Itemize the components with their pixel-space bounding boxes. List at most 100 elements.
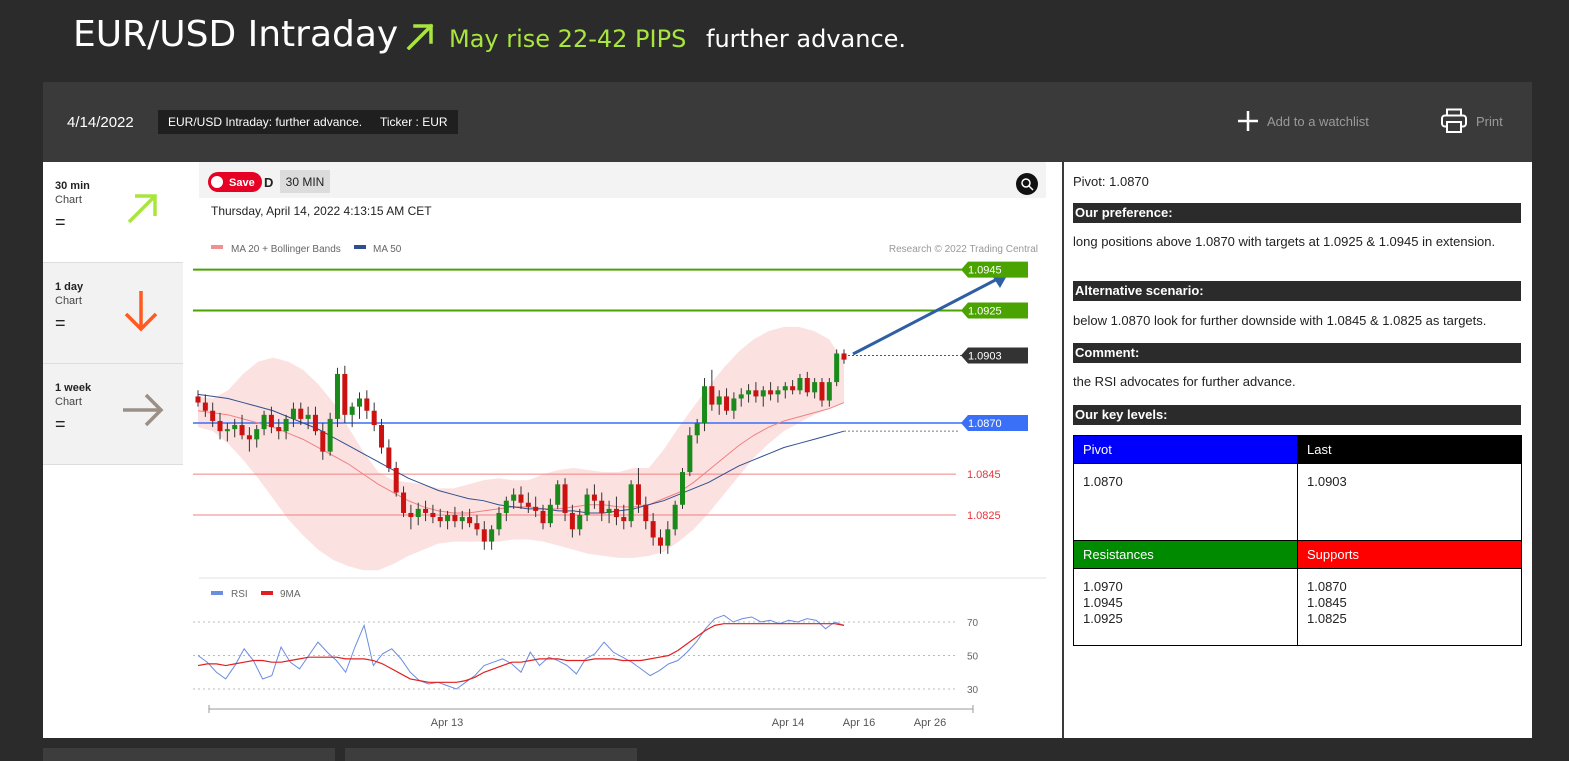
price-chart: Save D 30 MIN Thursday, April 14, 2022 4… [183, 162, 1062, 738]
resistance-label: 1.0925 [968, 306, 1002, 318]
candle-body [364, 398, 370, 411]
rsi-legend-swatch [211, 591, 223, 595]
preference-text: long positions above 1.0870 with targets… [1073, 234, 1496, 249]
pivot-header: Pivot [1073, 435, 1298, 464]
save-button[interactable]: Save [208, 172, 262, 192]
candle-body [591, 494, 597, 501]
ma20-legend-swatch [211, 245, 223, 249]
candle-body [305, 414, 311, 419]
supports-values: 1.0870 1.0845 1.0825 [1297, 568, 1522, 646]
candle-body [606, 508, 612, 513]
support-label: 1.0825 [967, 510, 1001, 522]
key-levels-heading: Our key levels: [1073, 405, 1521, 425]
resistance-3: 1.0925 [1083, 611, 1123, 626]
alternative-heading: Alternative scenario: [1073, 281, 1521, 301]
arrow-down-icon [124, 291, 158, 332]
arrow-right-icon [123, 393, 164, 427]
candle-body [731, 398, 737, 411]
candle-body [511, 494, 517, 501]
candle-body [408, 512, 414, 518]
analysis-panel: 4/14/2022 EUR/USD Intraday: further adva… [43, 82, 1532, 738]
candle-body [790, 386, 796, 391]
level-labels: 1.0945 1.0925 1.0903 1.0870 1.0845 1.0825 [961, 261, 1028, 522]
candle-body [239, 425, 245, 436]
candle-body [518, 494, 524, 503]
print-button[interactable]: Print [1440, 108, 1503, 134]
candle-body [415, 508, 421, 518]
candle-body [599, 500, 605, 513]
x-tick-label: Apr 16 [843, 717, 875, 729]
timeframe-period: 1 week [55, 382, 92, 394]
candle-body [540, 510, 546, 524]
candle-body [246, 435, 252, 440]
candle-body [775, 390, 781, 395]
ticker-tag: Ticker : EUR [370, 110, 458, 134]
printer-icon [1441, 108, 1467, 133]
candle-body [496, 512, 502, 530]
screenshot-icon[interactable] [1016, 173, 1038, 195]
candle-body [709, 386, 715, 405]
candle-body [702, 386, 708, 423]
comment-text: the RSI advocates for further advance. [1073, 374, 1296, 389]
candle-body [746, 390, 752, 395]
resistance-2: 1.0945 [1083, 595, 1123, 610]
timeframe-period: 30 min [55, 180, 90, 192]
candle-body [224, 429, 230, 432]
candle-body [452, 514, 458, 522]
timeframe-list: 30 min Chart = 1 day Chart = 1 week Char… [43, 162, 183, 738]
candle-body [834, 353, 840, 383]
chart-d-label: D [264, 175, 273, 190]
candle-body [819, 382, 825, 401]
candle-body [334, 373, 340, 419]
bottom-tab-1[interactable] [43, 748, 335, 761]
alternative-text: below 1.0870 look for further downside w… [1073, 313, 1487, 328]
timeframe-30min[interactable]: 30 min Chart = [43, 162, 183, 263]
candle-body [643, 504, 649, 522]
x-tick-label: Apr 26 [914, 717, 946, 729]
candle-body [327, 418, 333, 452]
candle-body [459, 517, 465, 522]
ma20-legend: MA 20 + Bollinger Bands [231, 244, 341, 255]
candle-body [437, 517, 443, 522]
rsi-tick-label: 70 [967, 618, 979, 629]
candle-body [687, 435, 693, 473]
add-to-watchlist-button[interactable]: Add to a watchlist [1237, 110, 1369, 132]
candle-body [202, 402, 208, 411]
timeframe-1day[interactable]: 1 day Chart = [43, 263, 183, 364]
watchlist-label: Add to a watchlist [1267, 113, 1369, 129]
candle-body [680, 472, 685, 505]
candle-body [584, 494, 590, 515]
candle-body [768, 390, 774, 395]
support-1: 1.0870 [1307, 579, 1347, 594]
timeframe-label: Chart [55, 194, 82, 206]
candle-body [797, 378, 803, 391]
candle-body [401, 492, 407, 513]
timeframe-1week[interactable]: 1 week Chart = [43, 364, 183, 465]
candle-body [782, 386, 788, 391]
candle-body [694, 423, 700, 436]
candle-body [489, 529, 495, 542]
candle-body [628, 484, 634, 522]
candle-body [760, 390, 766, 397]
candle-body [657, 537, 663, 546]
bottom-tab-2[interactable] [345, 748, 637, 761]
candle-body [342, 373, 348, 415]
candle-body [577, 514, 583, 530]
resistances-values: 1.0970 1.0945 1.0925 [1073, 568, 1298, 646]
timeframe-status: = [55, 212, 66, 232]
rsi-tick-label: 50 [967, 652, 979, 663]
candle-body [195, 396, 201, 403]
arrow-up-right-icon [127, 194, 157, 224]
candle-body [555, 484, 561, 505]
candle-body [371, 410, 377, 426]
candle-body [445, 514, 451, 522]
ma50-legend-swatch [354, 245, 366, 249]
candle-body [569, 512, 575, 530]
candle-body [635, 484, 641, 505]
candle-body [430, 512, 436, 518]
x-axis-ticks: Apr 13 Apr 14 Apr 16 Apr 26 [431, 717, 946, 729]
candle-body [547, 504, 553, 524]
pinterest-icon [211, 176, 223, 188]
rsi-line [197, 614, 845, 690]
rsi-legend: RSI [231, 589, 248, 600]
